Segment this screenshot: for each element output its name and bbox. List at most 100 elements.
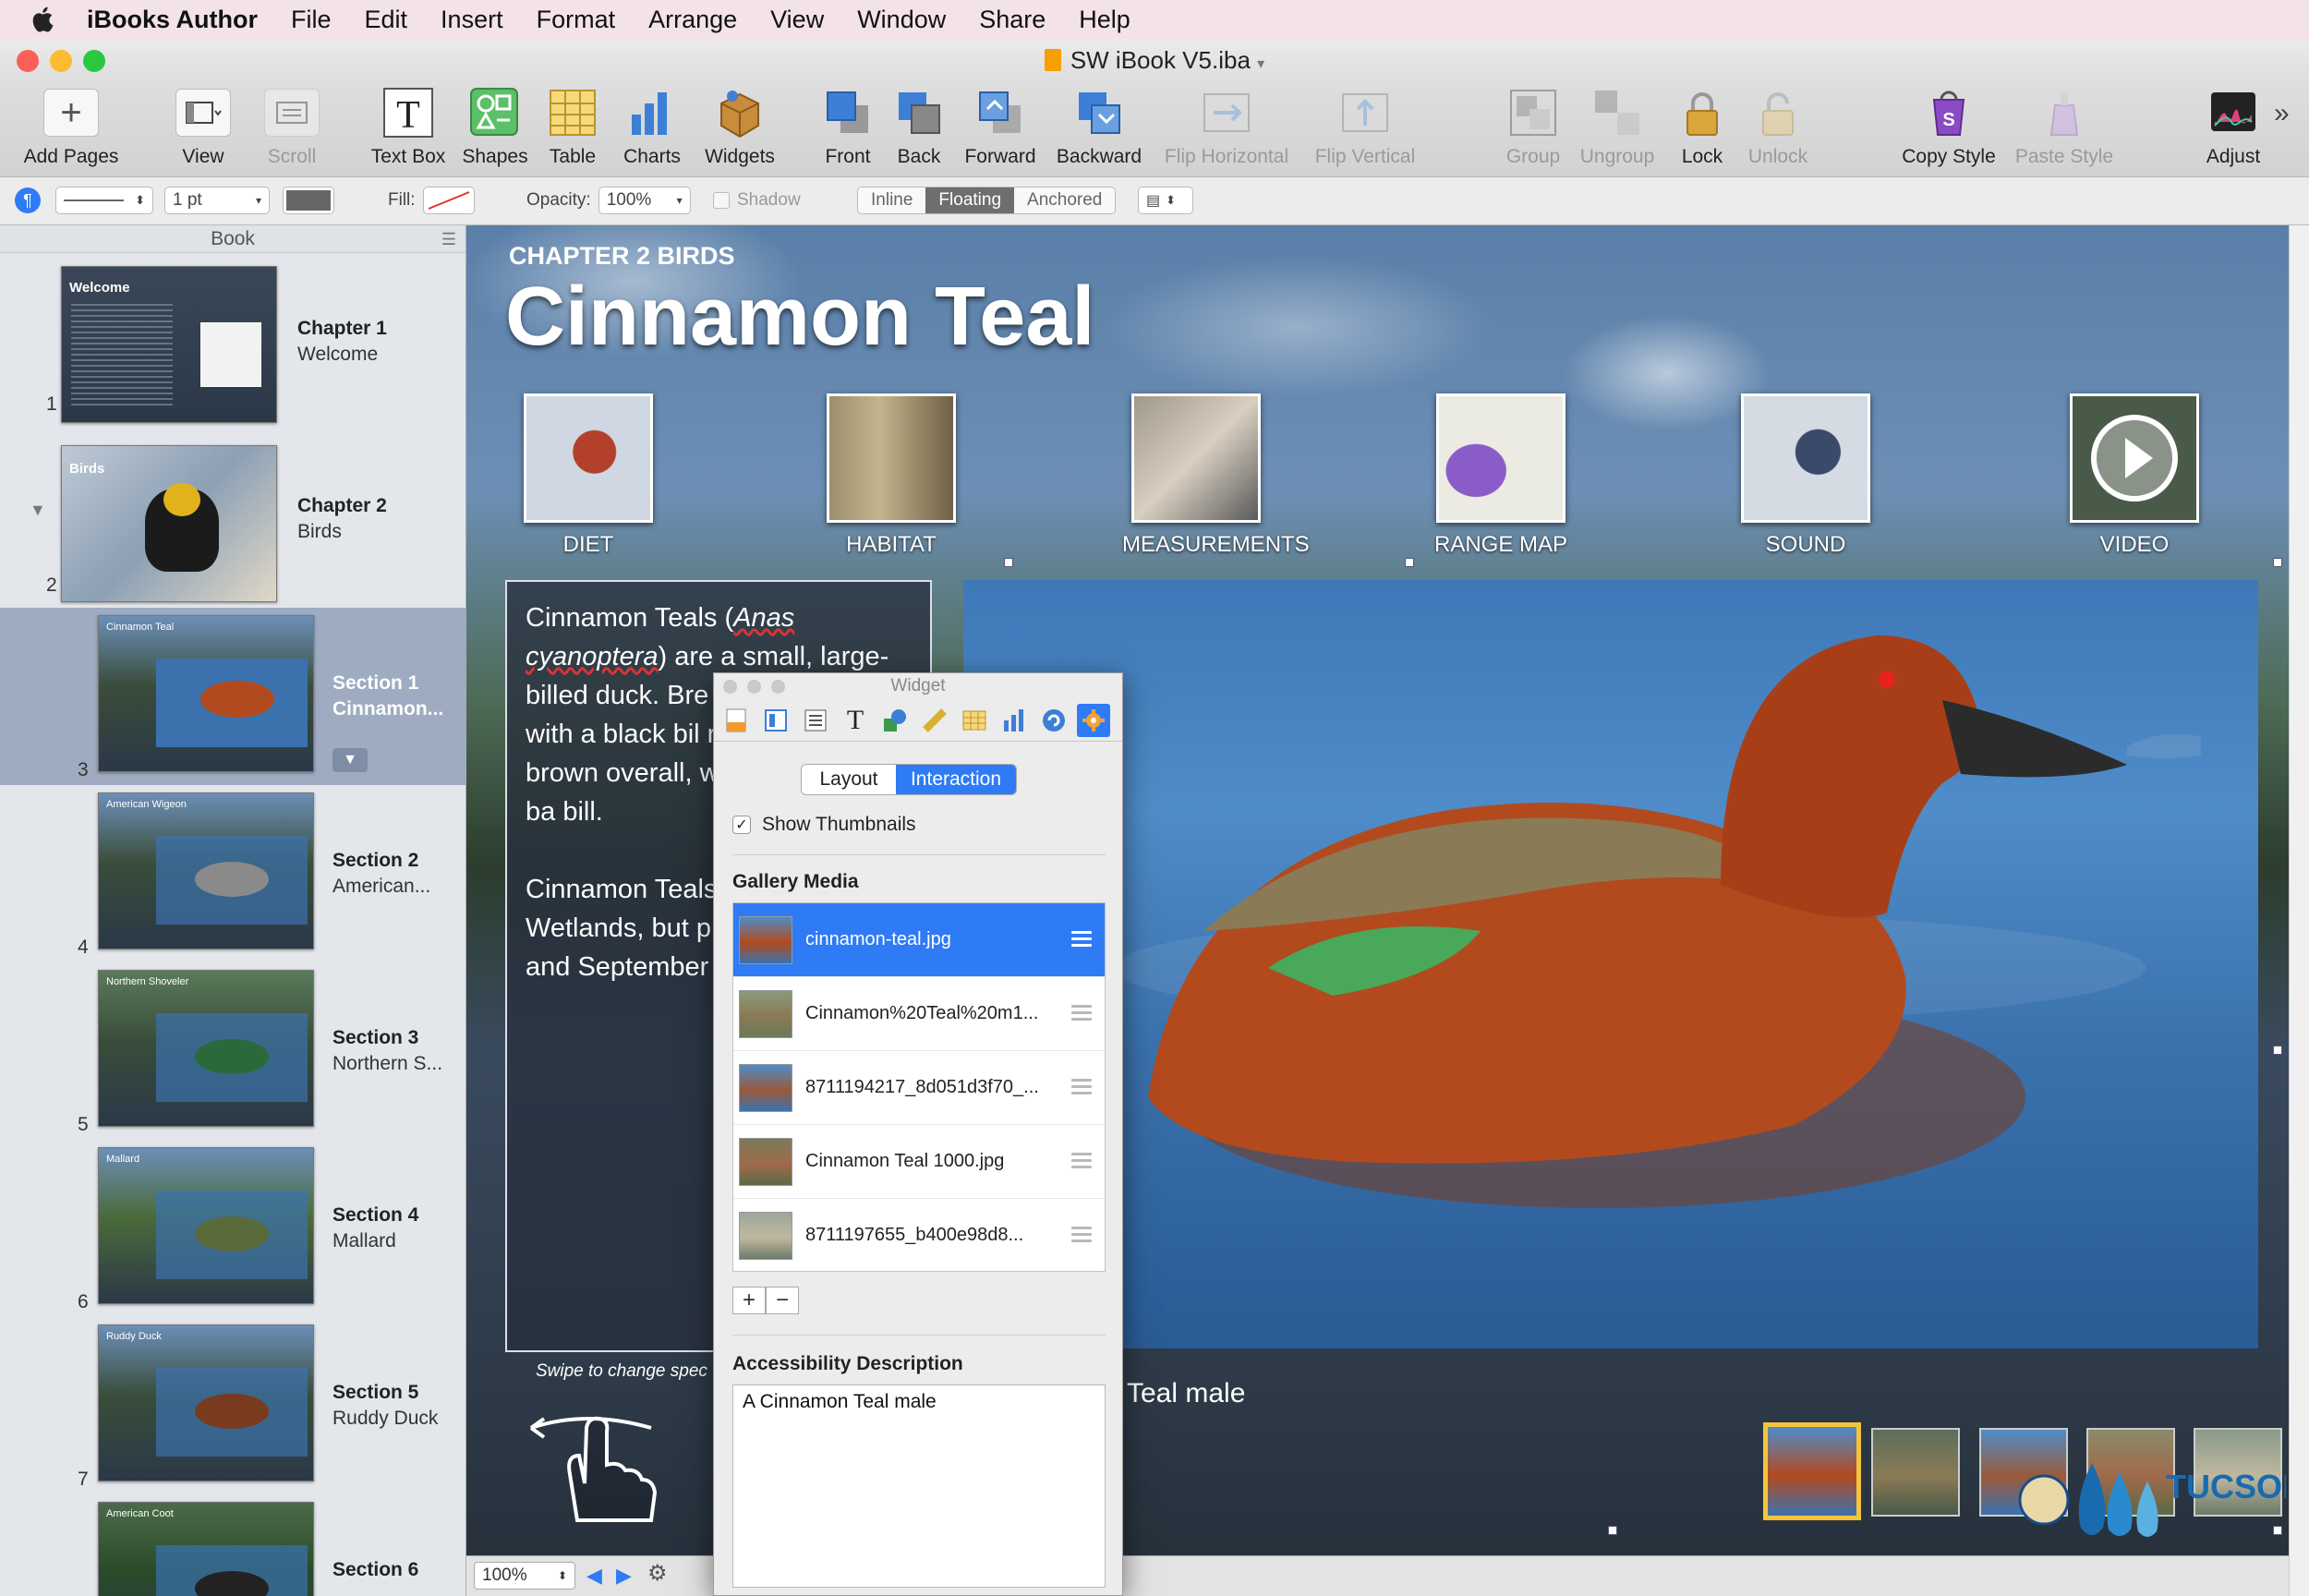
- next-page-icon[interactable]: ▶: [616, 1564, 632, 1588]
- view-button[interactable]: View: [157, 85, 249, 168]
- category-measurements[interactable]: MEASUREMENTS: [1122, 393, 1310, 558]
- drag-handle-icon[interactable]: [1071, 1005, 1092, 1024]
- group-button[interactable]: Group: [1487, 85, 1579, 168]
- gallery-media-item[interactable]: 8711194217_8d051d3f70_...: [733, 1051, 1105, 1125]
- resize-handle[interactable]: [1405, 558, 1414, 567]
- page-heading[interactable]: Cinnamon Teal: [505, 270, 1094, 365]
- chart-inspector-icon[interactable]: [997, 704, 1031, 737]
- gallery-thumbnail[interactable]: [1871, 1428, 1960, 1517]
- fill-color-well[interactable]: [422, 187, 475, 214]
- drag-handle-icon[interactable]: [1071, 1227, 1092, 1246]
- backward-button[interactable]: Backward: [1053, 85, 1145, 168]
- ungroup-button[interactable]: Ungroup: [1571, 85, 1663, 168]
- scroll-button[interactable]: Scroll: [246, 85, 338, 168]
- resize-handle[interactable]: [2273, 1526, 2282, 1535]
- graphic-inspector-icon[interactable]: [878, 704, 912, 737]
- add-pages-button[interactable]: + Add Pages: [13, 85, 129, 168]
- hyperlink-inspector-icon[interactable]: [1037, 704, 1070, 737]
- gallery-media-list[interactable]: cinnamon-teal.jpg Cinnamon%20Teal%20m1...…: [732, 902, 1106, 1273]
- add-media-button[interactable]: +: [732, 1287, 766, 1314]
- zoom-inspector-button[interactable]: [771, 680, 785, 694]
- sidebar-item-chapter-2[interactable]: ▼ Birds 2 Chapter 2 Birds: [0, 430, 465, 608]
- section-inspector-icon[interactable]: [799, 704, 832, 737]
- paste-style-button[interactable]: Paste Style: [2009, 85, 2120, 168]
- sidebar-item-section-2[interactable]: American Wigeon 4 Section 2 American...: [0, 785, 465, 962]
- list-menu-icon[interactable]: ☰: [441, 225, 456, 253]
- flip-vertical-button[interactable]: Flip Vertical: [1300, 85, 1430, 168]
- widget-inspector-icon[interactable]: [1077, 703, 1110, 737]
- category-diet[interactable]: DIET: [514, 393, 662, 558]
- canvas-scrollbar[interactable]: [2289, 225, 2309, 1596]
- sidebar-item-section-3[interactable]: Northern Shoveler 5 Section 3 Northern S...: [0, 962, 465, 1140]
- category-habitat[interactable]: HABITAT: [817, 393, 965, 558]
- show-thumbnails-checkbox[interactable]: ✓ Show Thumbnails: [732, 814, 916, 836]
- sidebar-item-section-5[interactable]: Ruddy Duck 7 Section 5 Ruddy Duck: [0, 1317, 465, 1494]
- remove-media-button[interactable]: −: [766, 1287, 799, 1314]
- drag-handle-icon[interactable]: [1071, 1153, 1092, 1172]
- gear-icon[interactable]: ⚙: [647, 1560, 668, 1587]
- tab-interaction[interactable]: Interaction: [896, 765, 1016, 794]
- section-options-chevron-icon[interactable]: ▼: [332, 748, 368, 772]
- gallery-media-item[interactable]: Cinnamon%20Teal%20m1...: [733, 977, 1105, 1051]
- charts-button[interactable]: Charts: [606, 85, 698, 168]
- resize-handle[interactable]: [1004, 558, 1013, 567]
- accessibility-description-field[interactable]: A Cinnamon Teal male: [732, 1384, 1106, 1588]
- back-button[interactable]: Back: [873, 85, 965, 168]
- sidebar-item-section-4[interactable]: Mallard 6 Section 4 Mallard: [0, 1140, 465, 1317]
- metrics-inspector-icon[interactable]: [918, 704, 951, 737]
- wrap-inline-option[interactable]: Inline: [858, 187, 926, 213]
- text-box-button[interactable]: T Text Box: [362, 85, 454, 168]
- close-inspector-button[interactable]: [723, 680, 737, 694]
- text-inspector-icon[interactable]: T: [839, 704, 872, 737]
- stroke-style-select[interactable]: ⬍: [55, 187, 153, 214]
- zoom-select[interactable]: 100% ⬍: [474, 1562, 575, 1590]
- copy-style-button[interactable]: S Copy Style: [1893, 85, 2004, 168]
- tab-layout[interactable]: Layout: [802, 765, 896, 794]
- toolbar-overflow-icon[interactable]: »: [2274, 98, 2290, 129]
- wrap-anchored-option[interactable]: Anchored: [1014, 187, 1116, 213]
- cinnamon-teal-photo[interactable]: [963, 580, 2258, 1348]
- menu-insert[interactable]: Insert: [441, 6, 503, 34]
- menu-edit[interactable]: Edit: [365, 6, 408, 34]
- minimize-inspector-button[interactable]: [747, 680, 761, 694]
- unlock-button[interactable]: Unlock: [1732, 85, 1824, 168]
- resize-handle[interactable]: [1608, 1526, 1617, 1535]
- layout-inspector-icon[interactable]: [759, 704, 792, 737]
- menu-window[interactable]: Window: [857, 6, 946, 34]
- wrap-floating-option[interactable]: Floating: [925, 187, 1015, 213]
- gallery-thumbnail[interactable]: [1763, 1422, 1861, 1520]
- adjust-button[interactable]: Adjust: [2187, 85, 2279, 168]
- resize-handle[interactable]: [2273, 558, 2282, 567]
- flip-horizontal-button[interactable]: Flip Horizontal: [1157, 85, 1296, 168]
- category-sound[interactable]: SOUND: [1732, 393, 1880, 558]
- photo-caption[interactable]: Teal male: [1127, 1378, 1245, 1409]
- disclosure-triangle-icon[interactable]: ▼: [30, 501, 46, 520]
- menu-format[interactable]: Format: [537, 6, 616, 34]
- resize-handle[interactable]: [2273, 1046, 2282, 1055]
- document-title[interactable]: SW iBook V5.iba ▾: [0, 46, 2309, 75]
- gallery-media-item[interactable]: Cinnamon Teal 1000.jpg: [733, 1125, 1105, 1199]
- menu-view[interactable]: View: [770, 6, 824, 34]
- sidebar-item-section-1[interactable]: Cinnamon Teal 3 Section 1 Cinnamon... ▼: [0, 608, 465, 785]
- apple-icon[interactable]: [28, 4, 59, 35]
- stroke-width-field[interactable]: 1 pt ▾: [164, 187, 270, 214]
- menu-help[interactable]: Help: [1079, 6, 1130, 34]
- table-inspector-icon[interactable]: [958, 704, 991, 737]
- drag-handle-icon[interactable]: [1071, 931, 1092, 950]
- menu-file[interactable]: File: [291, 6, 332, 34]
- stroke-color-well[interactable]: [283, 187, 334, 214]
- category-video[interactable]: VIDEO: [2061, 393, 2208, 558]
- gallery-media-item[interactable]: cinnamon-teal.jpg: [733, 903, 1105, 977]
- widgets-button[interactable]: Widgets: [694, 85, 786, 168]
- gallery-media-item[interactable]: 8711197655_b400e98d8...: [733, 1199, 1105, 1273]
- sidebar-item-section-6[interactable]: American Coot8Section 6: [0, 1494, 465, 1596]
- paragraph-style-button[interactable]: ¶: [15, 187, 41, 214]
- previous-page-icon[interactable]: ◀: [586, 1564, 602, 1588]
- wrap-options-button[interactable]: ▤ ⬍: [1138, 187, 1193, 214]
- shadow-checkbox[interactable]: Shadow: [713, 187, 801, 214]
- menu-app-name[interactable]: iBooks Author: [87, 6, 258, 34]
- menu-arrange[interactable]: Arrange: [648, 6, 737, 34]
- opacity-field[interactable]: 100% ▾: [598, 187, 691, 214]
- menu-share[interactable]: Share: [979, 6, 1046, 34]
- document-inspector-icon[interactable]: [719, 704, 753, 737]
